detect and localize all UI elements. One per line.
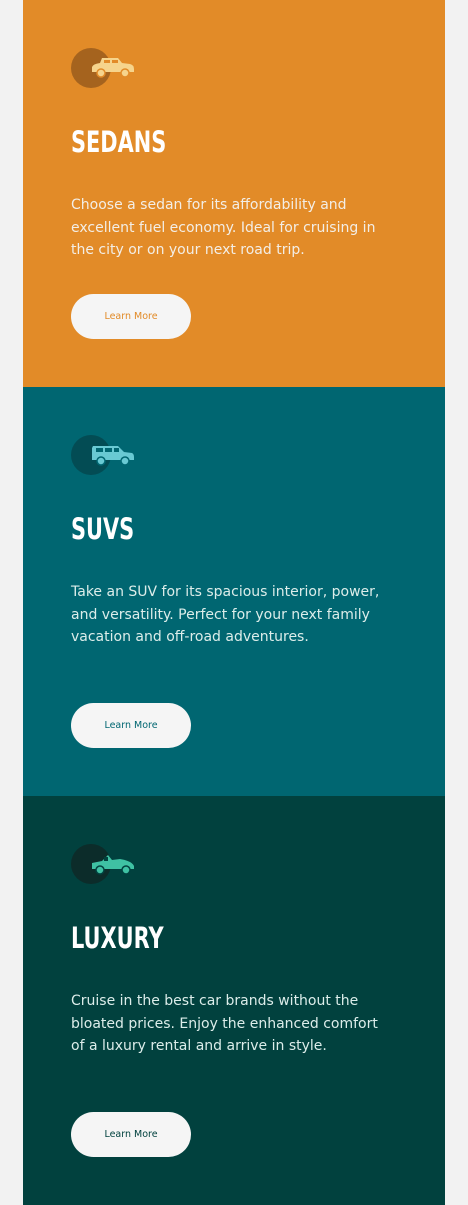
card-description: Take an SUV for its spacious interior, p… xyxy=(71,584,380,645)
suvs-learn-more-button[interactable]: Learn More xyxy=(71,703,191,748)
card-description: Cruise in the best car brands without th… xyxy=(71,993,378,1054)
card-title: SUVS xyxy=(71,512,135,546)
cards-container: SEDANS Choose a sedan for its affordabil… xyxy=(23,0,445,1205)
card-description: Choose a sedan for its affordability and… xyxy=(71,197,376,258)
sedans-learn-more-button[interactable]: Learn More xyxy=(71,294,191,339)
sedan-car-icon xyxy=(71,48,141,88)
luxury-learn-more-button[interactable]: Learn More xyxy=(71,1112,191,1157)
card-title: SEDANS xyxy=(71,125,167,159)
card-title: LUXURY xyxy=(71,921,164,955)
suv-car-icon xyxy=(71,435,141,475)
luxury-car-icon xyxy=(71,844,141,884)
